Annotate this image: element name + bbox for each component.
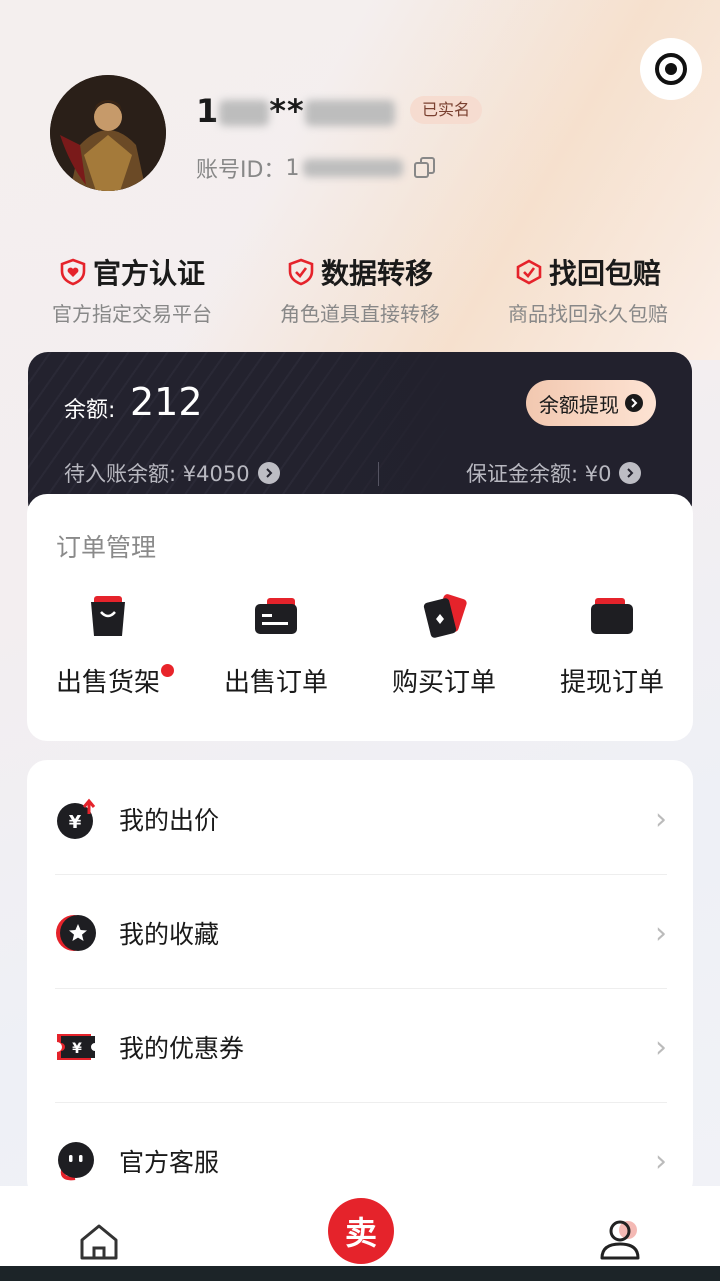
- svg-text:¥: ¥: [72, 1041, 82, 1057]
- verified-badge: 已实名: [410, 96, 483, 124]
- deposit-balance[interactable]: 保证金余额: ¥0: [466, 458, 642, 488]
- username-stars: **: [269, 92, 305, 130]
- balance-label: 余额:: [64, 398, 116, 423]
- menu-divider: [55, 1102, 667, 1103]
- copy-icon[interactable]: [413, 156, 437, 180]
- settings-button[interactable]: [640, 38, 702, 100]
- account-id-label: 账号ID：: [196, 158, 286, 183]
- pending-balance[interactable]: 待入账余额: ¥4050: [64, 458, 280, 488]
- chevron-right-icon: ›: [655, 915, 667, 951]
- username-blur-2: [304, 100, 395, 126]
- menu-label: 我的出价: [119, 806, 220, 835]
- home-icon: [80, 1224, 118, 1260]
- feature-recovery-guarantee: 找回包赔 商品找回永久包赔: [478, 252, 698, 327]
- avatar-image: [50, 75, 166, 191]
- withdraw-button[interactable]: 余额提现: [526, 380, 656, 426]
- username: 1 **: [196, 92, 395, 130]
- menu-divider: [55, 874, 667, 875]
- feature-subtitle: 官方指定交易平台: [52, 302, 212, 326]
- feature-title: 数据转移: [320, 257, 433, 290]
- feature-subtitle: 商品找回永久包赔: [508, 302, 668, 326]
- card-icon: [255, 598, 297, 634]
- cards-icon: [423, 594, 467, 638]
- arrow-right-circle-icon: [619, 462, 642, 484]
- wallet-divider: [378, 462, 379, 486]
- deposit-balance-label: 保证金余额: ¥0: [466, 462, 612, 486]
- order-sell-orders[interactable]: 出售订单: [196, 592, 356, 699]
- account-id-blur: [303, 159, 404, 177]
- orders-title: 订单管理: [56, 533, 157, 562]
- withdraw-label: 余额提现: [539, 392, 619, 417]
- avatar[interactable]: [50, 75, 166, 191]
- feature-title: 找回包赔: [548, 257, 661, 290]
- menu-item-favorites[interactable]: 我的收藏 ›: [55, 876, 667, 990]
- username-blur: [219, 100, 270, 126]
- target-icon: [655, 53, 687, 85]
- order-label: 出售货架: [55, 668, 160, 698]
- shield-check-icon: [516, 259, 542, 285]
- tab-home[interactable]: [78, 1222, 120, 1266]
- pending-balance-label: 待入账余额: ¥4050: [64, 462, 250, 486]
- order-label: 购买订单: [391, 668, 496, 698]
- profile-icon: [600, 1220, 640, 1260]
- feature-data-transfer: 数据转移 角色道具直接转移: [250, 252, 470, 327]
- shopping-bag-icon: [91, 596, 125, 636]
- svg-text:¥: ¥: [69, 812, 82, 833]
- arrow-right-circle-icon: [257, 462, 280, 484]
- wallet-icon: [591, 598, 633, 634]
- feature-official-cert: 官方认证 官方指定交易平台: [22, 252, 242, 327]
- account-id: 账号ID： 1: [196, 152, 437, 184]
- feature-subtitle: 角色道具直接转移: [280, 302, 440, 326]
- shield-check-icon: [288, 258, 314, 286]
- order-buy-orders[interactable]: 购买订单: [364, 592, 524, 699]
- username-prefix: 1: [196, 92, 220, 130]
- system-nav-bar: [0, 1266, 720, 1281]
- tab-profile[interactable]: [598, 1218, 644, 1266]
- order-label: 提现订单: [559, 668, 664, 698]
- menu-label: 官方客服: [119, 1148, 220, 1177]
- chevron-right-icon: ›: [655, 1029, 667, 1065]
- sell-button[interactable]: 卖: [328, 1198, 394, 1264]
- notification-dot: [161, 664, 174, 677]
- order-sell-shelf[interactable]: 出售货架: [28, 592, 188, 699]
- yen-up-icon: ¥: [57, 798, 96, 839]
- menu-divider: [55, 988, 667, 989]
- coupon-icon: ¥: [57, 1034, 95, 1060]
- feature-title: 官方认证: [92, 257, 205, 290]
- star-icon: [56, 915, 96, 951]
- menu-label: 我的收藏: [119, 920, 220, 949]
- balance-value: 212: [130, 380, 203, 424]
- menu-item-my-bids[interactable]: ¥ 我的出价 ›: [55, 762, 667, 876]
- chevron-right-icon: ›: [655, 1143, 667, 1179]
- order-withdraw-orders[interactable]: 提现订单: [532, 592, 692, 699]
- arrow-right-circle-icon: [625, 394, 643, 412]
- order-label: 出售订单: [223, 668, 328, 698]
- shield-heart-icon: [60, 258, 86, 286]
- account-id-prefix: 1: [285, 155, 300, 181]
- chevron-right-icon: ›: [655, 801, 667, 837]
- menu-item-coupons[interactable]: ¥ 我的优惠券 ›: [55, 990, 667, 1104]
- service-icon: [58, 1142, 94, 1181]
- menu-label: 我的优惠券: [119, 1034, 245, 1063]
